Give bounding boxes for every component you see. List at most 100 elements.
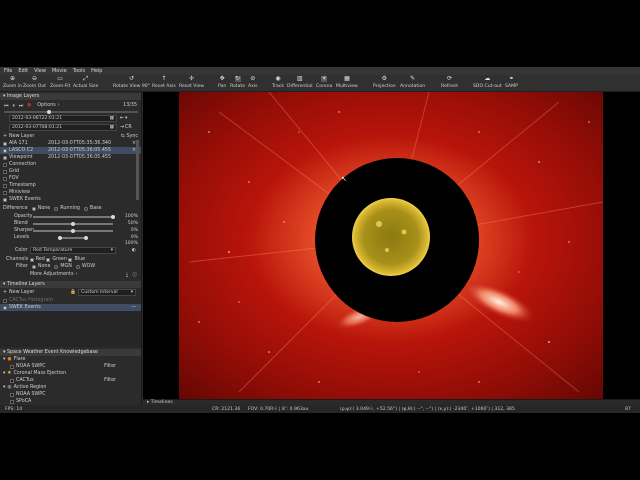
step-forward-icon[interactable]: ⏭ [19, 103, 23, 109]
filter-button[interactable]: Filter [104, 364, 116, 369]
color-picker-icon[interactable]: ◐ [132, 248, 136, 253]
info-icon[interactable]: ⓘ [132, 271, 137, 278]
swek-source-noaa[interactable]: NOAA SWPC Filter [0, 363, 141, 370]
filter-none-radio[interactable] [31, 264, 36, 269]
source-checkbox[interactable] [10, 364, 14, 369]
layer-row-viewpoint[interactable]: Viewpoint 2012-03-07T05:36:05.455 [0, 154, 141, 161]
sharpen-knob[interactable] [71, 229, 75, 233]
pan-button[interactable]: ✥ Pan [218, 76, 226, 90]
rotate-button[interactable]: ↻ Rotate [230, 76, 245, 90]
new-timeline-layer-button[interactable]: New Layer [9, 290, 34, 295]
step-back-icon[interactable]: ⏮ [4, 103, 8, 109]
filter-button[interactable]: Filter [104, 378, 116, 383]
cr-toggle[interactable]: CR [125, 125, 132, 130]
frame-slider-knob[interactable] [47, 110, 51, 114]
pause-icon[interactable]: ⏸ [12, 103, 14, 109]
timeline-checkbox[interactable] [3, 305, 7, 310]
plus-icon[interactable]: + [3, 290, 7, 295]
plus-icon[interactable]: + [3, 134, 7, 139]
layers-scrollbar[interactable] [136, 140, 139, 200]
layer-row-timestamp[interactable]: Timestamp [0, 182, 141, 189]
menu-view[interactable]: View [34, 68, 46, 74]
start-time-field[interactable]: 2012-03-06T22:01:21 ▦ [9, 115, 117, 122]
options-button[interactable]: Options [37, 103, 56, 108]
expand-icon[interactable]: ▾ [3, 357, 5, 362]
layer-row-miniview[interactable]: Miniview [0, 189, 141, 196]
solar-image-viewport[interactable]: ↖ [143, 92, 640, 399]
layer-row-grid[interactable]: Grid [0, 168, 141, 175]
more-adjustments-button[interactable]: More Adjustments [30, 272, 73, 277]
end-time-nav[interactable]: ⇥ CR [120, 124, 140, 131]
swek-group-flare[interactable]: ▾ ● Flare [0, 356, 141, 363]
zoom-in-button[interactable]: ⊕ Zoom in [3, 76, 22, 90]
blend-knob[interactable] [71, 222, 75, 226]
expand-icon[interactable]: ▾ [3, 385, 5, 390]
reset-view-button[interactable]: ✢ Reset View [179, 76, 204, 90]
annotation-button[interactable]: ✎ Annotation [400, 76, 425, 90]
interval-select[interactable]: Custom Interval ▾ [78, 289, 136, 296]
difference-base-radio[interactable] [83, 206, 88, 211]
differential-button[interactable]: ▥ Differential [287, 76, 313, 90]
source-checkbox[interactable] [10, 392, 14, 397]
end-time-field[interactable]: 2012-03-07T08:01:21 ▦ [9, 124, 117, 131]
swek-source-spoca[interactable]: SPoCA [0, 398, 141, 405]
timeline-layers-header[interactable]: ▾ Timeline Layers [0, 281, 141, 288]
timeline-checkbox[interactable] [3, 298, 7, 303]
layer-checkbox[interactable] [3, 155, 7, 160]
menu-movie[interactable]: Movie [52, 68, 67, 74]
new-image-layer-button[interactable]: New Layer [9, 134, 34, 139]
projection-button[interactable]: ⚙ Projection [373, 76, 396, 90]
timeline-item-cactus[interactable]: CACTus Histogram [0, 297, 141, 304]
corona-button[interactable]: ☀ Corona [316, 76, 332, 90]
green-channel-checkbox[interactable] [46, 257, 51, 262]
start-time-nav[interactable]: ⇤ ▾ [120, 115, 140, 122]
actual-size-button[interactable]: ⤢ Actual Size [73, 76, 98, 90]
record-icon[interactable]: ● [27, 103, 31, 108]
refresh-button[interactable]: ⟳ Refresh [441, 76, 458, 90]
filter-mgn-radio[interactable] [54, 264, 59, 269]
layer-row-swek[interactable]: SWEK Events [0, 196, 141, 203]
expand-icon[interactable]: ▾ [3, 371, 5, 376]
multiview-button[interactable]: ▦ Multiview [336, 76, 358, 90]
samp-button[interactable]: ⚭ SAMP [505, 76, 518, 90]
swek-source-cactus[interactable]: CACTus Filter [0, 377, 141, 384]
swek-source-noaa-ar[interactable]: NOAA SWPC [0, 391, 141, 398]
source-checkbox[interactable] [10, 378, 14, 383]
menu-edit[interactable]: Edit [18, 68, 28, 74]
sdo-cutout-button[interactable]: ☁ SDO Cut-out [473, 76, 502, 90]
forward-arrow-icon[interactable]: ⇥ [120, 125, 124, 130]
layer-row-lasco[interactable]: LASCO C2 2012-03-07T05:36:05.455 × [0, 147, 141, 154]
menu-file[interactable]: File [4, 68, 12, 74]
menu-help[interactable]: Help [91, 68, 102, 74]
red-channel-checkbox[interactable] [29, 257, 34, 262]
lock-icon[interactable]: 🔒 [70, 290, 76, 295]
track-button[interactable]: ◉ Track [272, 76, 284, 90]
rotate-view-button[interactable]: ↺ Rotate View 90° [113, 76, 150, 90]
layer-row-connection[interactable]: Connection [0, 161, 141, 168]
layer-checkbox[interactable] [3, 176, 7, 181]
layer-checkbox[interactable] [3, 141, 7, 146]
timeline-item-swek[interactable]: SWEK Events — [0, 304, 141, 311]
sync-button[interactable]: ⇆ Sync [121, 134, 138, 139]
calendar-icon[interactable]: ▦ [110, 125, 114, 130]
reset-axis-button[interactable]: ↑ Reset Axis [152, 76, 176, 90]
calendar-icon[interactable]: ▦ [110, 116, 114, 121]
filter-wow-radio[interactable] [75, 264, 80, 269]
layer-row-fov[interactable]: FOV [0, 175, 141, 182]
swek-header[interactable]: ▾ Space Weather Event Knowledgebase [0, 349, 141, 356]
zoom-out-button[interactable]: ⊖ Zoom Out [23, 76, 46, 90]
frame-slider[interactable] [4, 110, 138, 114]
chevron-down-icon[interactable]: ▾ [125, 116, 127, 121]
layer-checkbox[interactable] [3, 169, 7, 174]
opacity-knob[interactable] [111, 215, 115, 219]
swek-group-cme[interactable]: ▾ ✹ Coronal Mass Ejection [0, 370, 141, 377]
layer-checkbox[interactable] [3, 162, 7, 167]
difference-none-radio[interactable] [31, 206, 36, 211]
image-layers-header[interactable]: ▾ Image Layers [0, 93, 141, 100]
sharpen-slider[interactable] [33, 229, 113, 233]
layer-checkbox[interactable] [3, 148, 7, 153]
axis-button[interactable]: ⊘ Axis [248, 76, 258, 90]
blend-slider[interactable] [33, 222, 113, 226]
layer-checkbox[interactable] [3, 183, 7, 188]
download-icon[interactable]: ⤓ [126, 272, 128, 278]
